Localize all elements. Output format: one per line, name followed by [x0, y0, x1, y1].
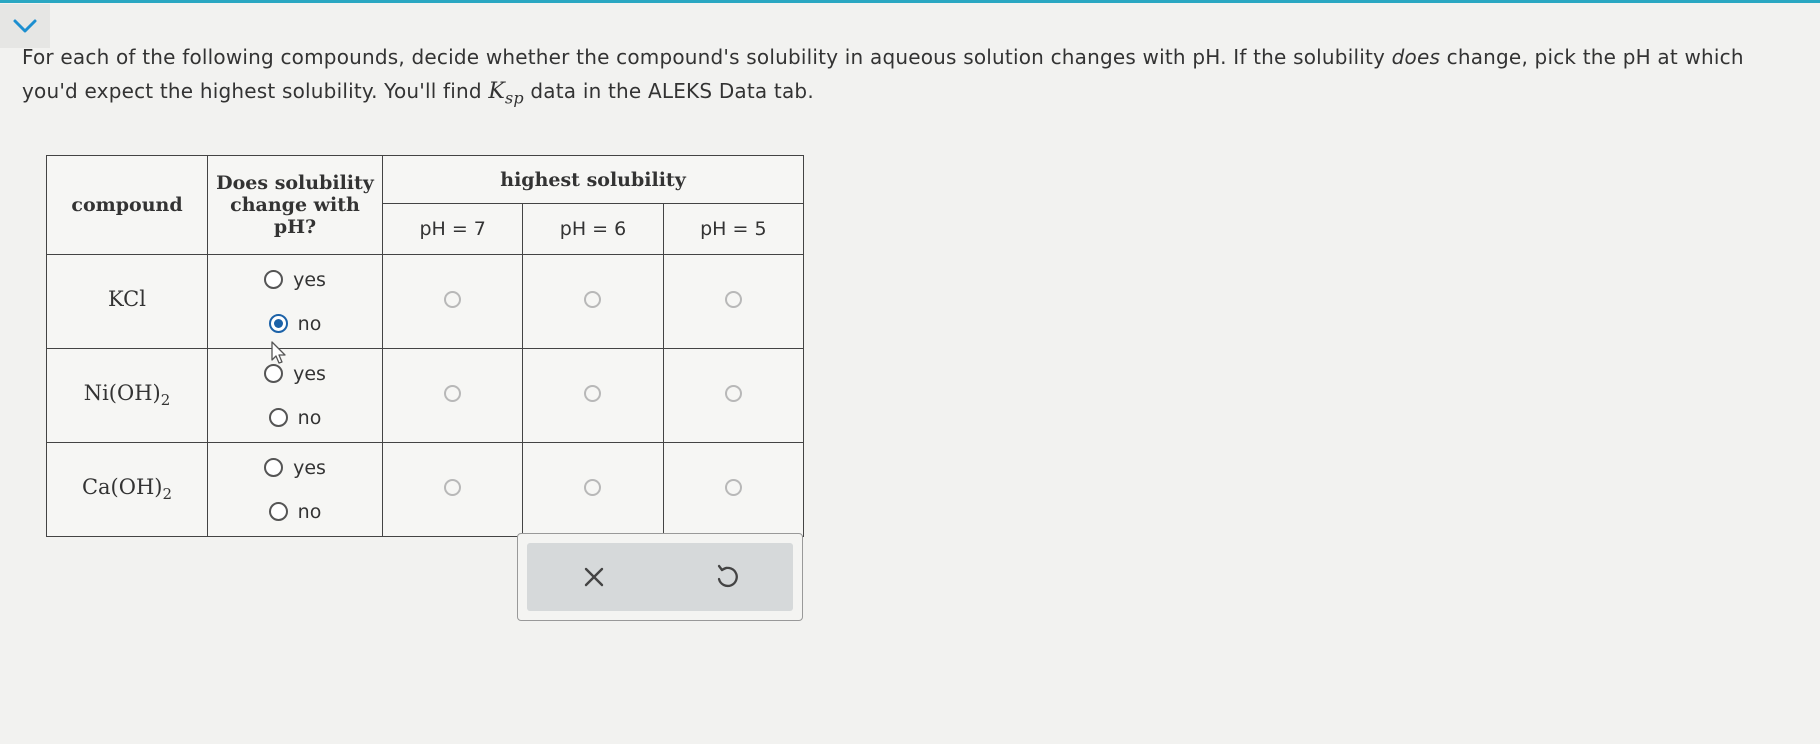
- nioh2-yes-option[interactable]: yes: [208, 352, 382, 396]
- change-options-caoh2: yes no: [207, 442, 383, 537]
- caoh2-ph6-radio[interactable]: [584, 479, 602, 496]
- caoh2-yes-radio[interactable]: [264, 458, 284, 477]
- nioh2-no-option[interactable]: no: [208, 396, 382, 440]
- kcl-ph5-radio[interactable]: [724, 291, 742, 308]
- undo-button[interactable]: [660, 543, 793, 611]
- header-ph-7: pH = 7: [381, 203, 524, 255]
- kcl-ph6-radio[interactable]: [584, 291, 602, 308]
- caoh2-ph6-cell: [522, 442, 664, 537]
- x-icon: [584, 567, 603, 587]
- kcl-no-option[interactable]: no: [208, 302, 382, 346]
- change-options-nioh2: yes no: [207, 348, 383, 443]
- caoh2-ph5-radio[interactable]: [724, 479, 742, 496]
- clear-button[interactable]: [527, 543, 660, 611]
- header-ph-5: pH = 5: [662, 203, 805, 255]
- table-row: KCl yes no: [46, 254, 805, 349]
- kcl-ph5-cell: [662, 254, 805, 349]
- kcl-ph7-radio[interactable]: [444, 291, 462, 308]
- nioh2-ph7-cell: [381, 348, 524, 443]
- kcl-no-radio[interactable]: [268, 314, 288, 333]
- nioh2-ph5-cell: [662, 348, 805, 443]
- undo-icon: [717, 564, 738, 588]
- question-text: For each of the following compounds, dec…: [22, 45, 1744, 108]
- caoh2-ph7-radio[interactable]: [444, 479, 462, 496]
- table-row: Ni(OH)2 yes no: [46, 348, 805, 443]
- top-accent-bar: [0, 0, 1820, 3]
- ksp-symbol: Ksp: [488, 79, 524, 108]
- kcl-ph7-cell: [381, 254, 524, 349]
- kcl-yes-option[interactable]: yes: [208, 258, 382, 302]
- nioh2-ph6-radio[interactable]: [584, 385, 602, 402]
- table-row: Ca(OH)2 yes no: [46, 442, 805, 537]
- header-compound: compound: [46, 155, 208, 255]
- answer-toolbar: [517, 533, 803, 621]
- kcl-yes-radio[interactable]: [264, 270, 284, 289]
- compound-kcl: KCl: [46, 254, 208, 349]
- header-ph-6: pH = 6: [522, 203, 664, 255]
- mouse-cursor-icon: [271, 341, 286, 364]
- header-change-with-ph: Does solubility change with pH?: [207, 155, 383, 255]
- nioh2-ph6-cell: [522, 348, 664, 443]
- caoh2-no-option[interactable]: no: [208, 490, 382, 534]
- caoh2-no-radio[interactable]: [268, 502, 288, 521]
- caoh2-ph7-cell: [381, 442, 524, 537]
- chevron-down-icon: [13, 19, 37, 33]
- change-options-kcl: yes no: [207, 254, 383, 349]
- kcl-ph6-cell: [522, 254, 664, 349]
- nioh2-ph7-radio[interactable]: [444, 385, 462, 402]
- nioh2-no-radio[interactable]: [268, 408, 288, 427]
- nioh2-ph5-radio[interactable]: [724, 385, 742, 402]
- nioh2-yes-radio[interactable]: [264, 364, 284, 383]
- answer-toolbar-inner: [527, 543, 793, 611]
- solubility-table: compound Does solubility change with pH?…: [46, 154, 805, 537]
- compound-nioh2: Ni(OH)2: [46, 348, 208, 443]
- caoh2-ph5-cell: [662, 442, 805, 537]
- caoh2-yes-option[interactable]: yes: [208, 446, 382, 490]
- compound-caoh2: Ca(OH)2: [46, 442, 208, 537]
- header-highest-solubility: highest solubility: [382, 154, 804, 205]
